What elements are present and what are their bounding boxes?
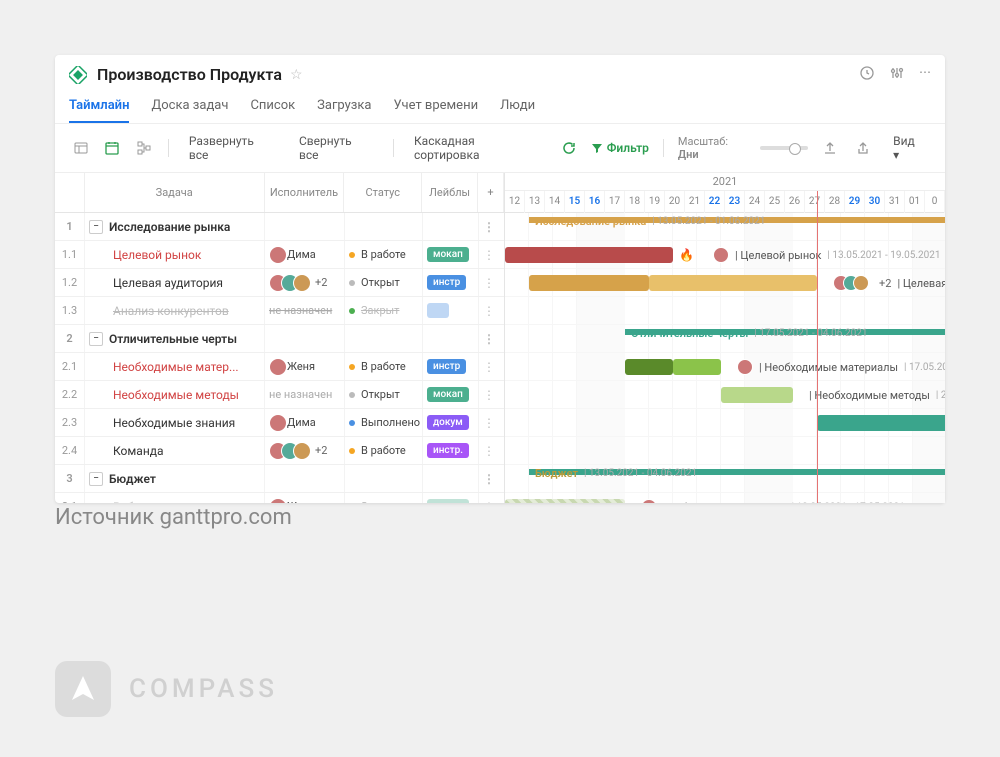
table-row[interactable]: 2.4Команда+2В работеинстр.⋮ xyxy=(55,437,504,465)
task-name: Исследование рынка xyxy=(109,220,230,234)
app-window: Производство Продукта ☆ ⋯ Таймлайн Доска… xyxy=(55,55,945,503)
today-marker: Сегодня xyxy=(817,191,818,503)
table-row[interactable]: 1.1Целевой рынок ДимаВ работемокап⋮ xyxy=(55,241,504,269)
table-row[interactable]: 2−Отличительные черты⋮ xyxy=(55,325,504,353)
grid: Задача Исполнитель Статус Лейблы + 1−Исс… xyxy=(55,173,945,503)
col-num xyxy=(55,173,85,212)
row-menu-icon[interactable]: ⋮ xyxy=(479,297,499,324)
header-actions: ⋯ xyxy=(859,65,931,84)
settings-icon[interactable] xyxy=(889,65,905,84)
row-menu-icon[interactable]: ⋮ xyxy=(479,465,499,492)
col-status: Статус xyxy=(344,173,422,212)
row-menu-icon[interactable]: ⋮ xyxy=(479,437,499,464)
table-row[interactable]: 2.2Необходимые методыне назначенОткрытмо… xyxy=(55,381,504,409)
star-icon[interactable]: ☆ xyxy=(290,67,303,83)
table-row[interactable]: 2.3Необходимые знания ДимаВыполненодокум… xyxy=(55,409,504,437)
project-title: Производство Продукта xyxy=(97,65,282,84)
expand-all-button[interactable]: Развернуть все xyxy=(181,130,283,166)
scale-slider[interactable] xyxy=(760,146,809,150)
gantt-bar[interactable] xyxy=(817,415,945,431)
gantt-bar[interactable] xyxy=(529,275,817,291)
compass-watermark: COMPASS xyxy=(55,661,278,717)
row-menu-icon[interactable]: ⋮ xyxy=(479,409,499,436)
gantt-bar[interactable] xyxy=(721,387,793,403)
cascade-sort-button[interactable]: Каскадная сортировка xyxy=(406,130,549,166)
tab-people[interactable]: Люди xyxy=(500,92,535,123)
date-days: 1213141516171819202122232425262728293031… xyxy=(505,191,945,213)
history-icon[interactable] xyxy=(859,65,875,84)
tab-time[interactable]: Учет времени xyxy=(394,92,479,123)
table-row[interactable]: 3−Бюджет⋮ xyxy=(55,465,504,493)
add-column-button[interactable]: + xyxy=(478,173,504,212)
task-name: Необходимые матер... xyxy=(113,360,239,374)
tree-toggle[interactable]: − xyxy=(89,472,103,486)
tree-toggle[interactable]: − xyxy=(89,332,103,346)
compass-icon xyxy=(55,661,111,717)
export-icon[interactable] xyxy=(818,136,841,160)
gantt-bar[interactable] xyxy=(625,359,721,375)
table-row[interactable]: 1.3Анализ конкурентовне назначенЗакрыт ⋮ xyxy=(55,297,504,325)
collapse-all-button[interactable]: Свернуть все xyxy=(291,130,381,166)
chart-body: Сегодня Исследование рынка| 13.05.2021 -… xyxy=(505,213,945,503)
source-caption: Источник ganttpro.com xyxy=(55,505,292,530)
gantt-chart: 2021 12131415161718192021222324252627282… xyxy=(505,173,945,503)
row-menu-icon[interactable]: ⋮ xyxy=(479,493,499,503)
date-header: 2021 12131415161718192021222324252627282… xyxy=(505,173,945,213)
task-name: Необходимые методы xyxy=(113,388,239,402)
year-label: 2021 xyxy=(505,173,945,191)
row-menu-icon[interactable]: ⋮ xyxy=(479,353,499,380)
tab-timeline[interactable]: Таймлайн xyxy=(69,92,129,123)
app-logo-icon xyxy=(69,66,87,84)
table-row[interactable]: 1.2Целевая аудитория+2Открытинстр⋮ xyxy=(55,269,504,297)
more-icon[interactable]: ⋯ xyxy=(919,65,931,84)
col-assignee: Исполнитель xyxy=(265,173,345,212)
task-name: Команда xyxy=(113,444,164,458)
tabs: Таймлайн Доска задач Список Загрузка Уче… xyxy=(55,84,945,124)
row-menu-icon[interactable]: ⋮ xyxy=(479,213,499,240)
calendar-icon[interactable] xyxy=(101,136,125,160)
task-name: Целевая аудитория xyxy=(113,276,223,290)
row-menu-icon[interactable]: ⋮ xyxy=(479,325,499,352)
task-name: Отличительные черты xyxy=(109,332,237,346)
row-menu-icon[interactable]: ⋮ xyxy=(479,241,499,268)
table-row[interactable]: 1−Исследование рынка⋮ xyxy=(55,213,504,241)
col-task: Задача xyxy=(85,173,265,212)
layout-icon[interactable] xyxy=(69,136,93,160)
task-name: Целевой рынок xyxy=(113,248,201,262)
table-row[interactable]: 2.1Необходимые матер... ЖеняВ работеинст… xyxy=(55,353,504,381)
tab-workload[interactable]: Загрузка xyxy=(317,92,371,123)
header: Производство Продукта ☆ ⋯ xyxy=(55,55,945,84)
column-headers: Задача Исполнитель Статус Лейблы + xyxy=(55,173,504,213)
toolbar: Развернуть все Свернуть все Каскадная со… xyxy=(55,124,945,173)
gantt-bar[interactable] xyxy=(505,499,625,503)
row-menu-icon[interactable]: ⋮ xyxy=(479,269,499,296)
task-table: Задача Исполнитель Статус Лейблы + 1−Исс… xyxy=(55,173,505,503)
col-labels: Лейблы xyxy=(422,173,478,212)
tree-toggle[interactable]: − xyxy=(89,220,103,234)
view-button[interactable]: Вид ▾ xyxy=(885,130,931,166)
task-name: Бюджет xyxy=(109,472,156,486)
tab-list[interactable]: Список xyxy=(250,92,295,123)
scale-label: Масштаб: Дни xyxy=(678,135,750,161)
row-menu-icon[interactable]: ⋮ xyxy=(479,381,499,408)
table-row[interactable]: 3.1Работа со спонсорами ЖеняЗакрытмокап⋮ xyxy=(55,493,504,503)
tab-board[interactable]: Доска задач xyxy=(151,92,228,123)
refresh-icon[interactable] xyxy=(557,136,580,160)
gantt-bar[interactable] xyxy=(505,247,673,263)
task-name: Необходимые знания xyxy=(113,416,235,430)
task-name: Анализ конкурентов xyxy=(113,304,229,318)
filter-button[interactable]: Фильтр xyxy=(591,141,649,155)
share-icon[interactable] xyxy=(852,136,875,160)
task-name: Работа со спонсорами xyxy=(113,500,241,504)
tree-icon[interactable] xyxy=(132,136,156,160)
